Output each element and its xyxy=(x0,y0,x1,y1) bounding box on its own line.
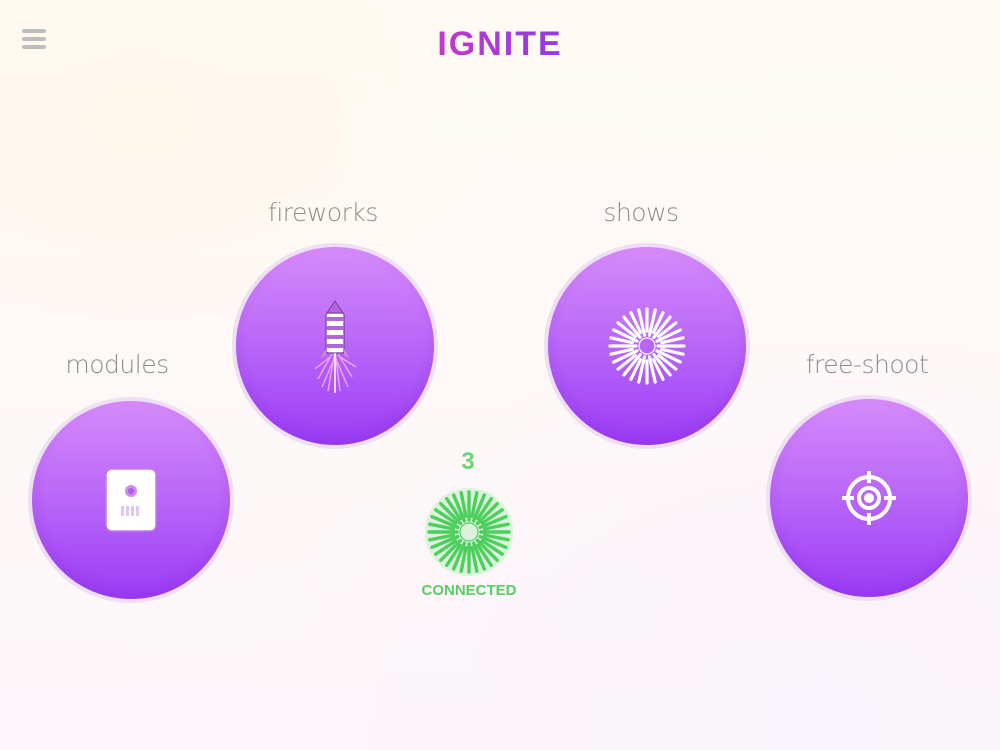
modules-label: modules xyxy=(65,350,169,379)
fireworks-button[interactable] xyxy=(232,243,438,449)
firework-burst-icon xyxy=(608,307,686,385)
app-logo: IGNITE xyxy=(0,25,1000,64)
free-shoot-button[interactable] xyxy=(766,395,972,601)
free-shoot-label: free-shoot xyxy=(805,350,929,379)
shows-button[interactable] xyxy=(544,243,750,449)
connected-burst-icon[interactable] xyxy=(421,484,517,580)
connected-count: 3 xyxy=(461,448,475,475)
connection-count: 3 xyxy=(418,448,518,476)
shows-label: shows xyxy=(603,198,679,227)
logo-text: IGNITE xyxy=(437,25,563,63)
crosshair-icon xyxy=(842,471,896,525)
connection-status: CONNECTED xyxy=(421,582,517,599)
modules-button[interactable] xyxy=(28,397,234,603)
module-device-icon xyxy=(105,468,157,532)
rocket-icon xyxy=(314,300,357,393)
fireworks-label: fireworks xyxy=(268,198,378,227)
